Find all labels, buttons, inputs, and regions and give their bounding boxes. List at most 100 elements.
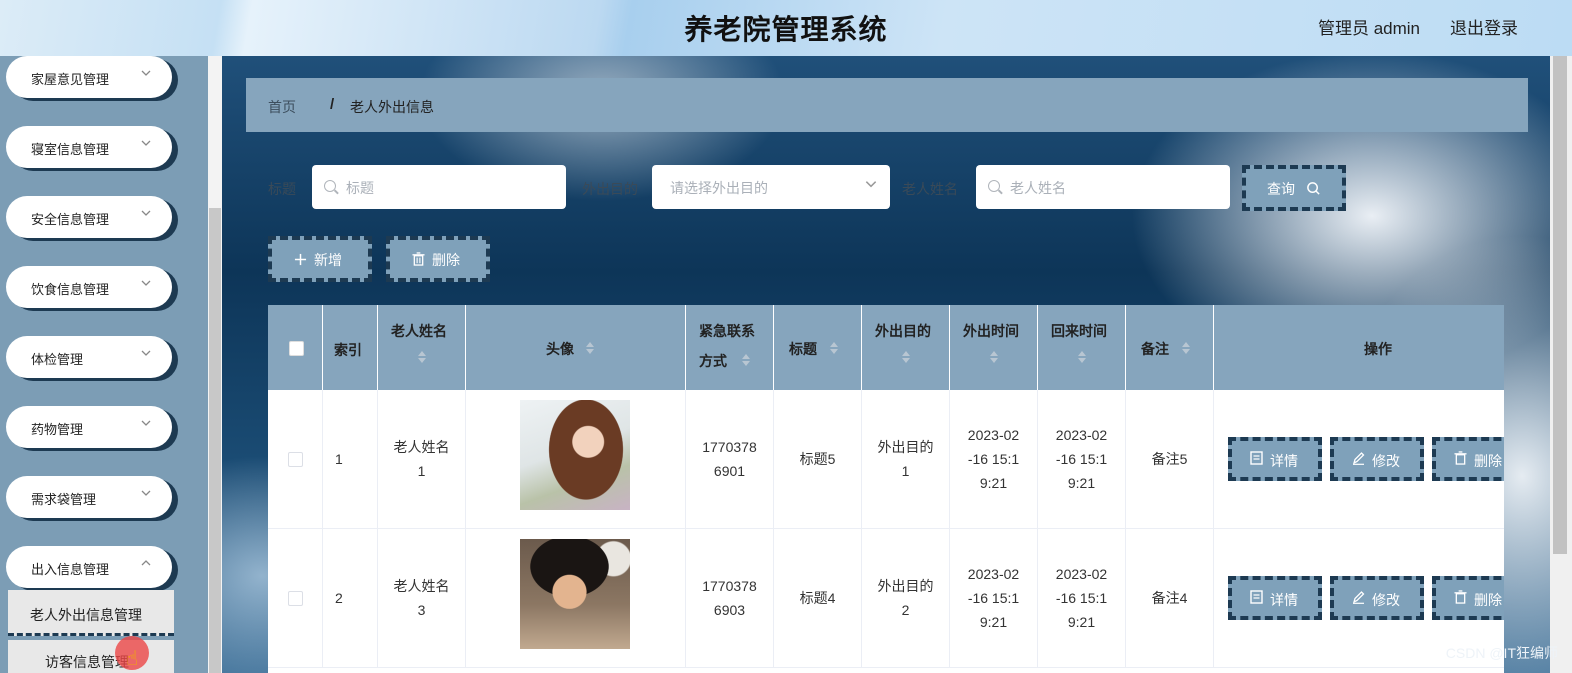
detail-button[interactable]: 详情 [1228,576,1322,620]
chevron-down-icon [141,140,151,146]
menu-item-family-opinion[interactable]: 家屋意见管理 [6,56,172,98]
cell-out-line1: 2023-02 [967,427,1020,443]
td-avatar [466,529,686,668]
cell-ret-line1: 2023-02 [1055,427,1108,443]
row-checkbox[interactable] [288,452,303,467]
detail-button[interactable]: 详情 [1228,437,1322,481]
edit-button[interactable]: 修改 [1330,437,1424,481]
table-header: 索引 老人姓名 头像 紧急联系 方式 标题 外出目的 外出时间 回来时间 备注 … [268,305,1504,390]
td-name: 老人姓名 1 [378,390,466,529]
batch-delete-button[interactable]: 删除 [386,236,490,282]
th-out-time[interactable]: 外出时间 [950,305,1038,390]
menu-item-in-out-info[interactable]: 出入信息管理 [6,546,172,588]
submenu-elder-outing[interactable]: 老人外出信息管理 [8,590,174,636]
filter-purpose-label: 外出目的 [582,181,638,197]
submenu-visitor-info[interactable]: 访客信息管理 [8,640,174,673]
chevron-down-icon [865,181,877,188]
row-checkbox[interactable] [288,591,303,606]
th-purpose-label: 外出目的 [875,323,931,339]
detail-label: 详情 [1270,592,1298,608]
td-index: 1 [323,390,378,529]
th-remark[interactable]: 备注 [1126,305,1214,390]
td-remark: 备注5 [1126,390,1214,529]
trash-icon [412,252,425,266]
menu-item-safety-info[interactable]: 安全信息管理 [6,196,172,238]
sort-icon[interactable] [418,351,426,363]
page-scrollbar[interactable] [1550,56,1572,673]
td-out-time: 2023-02 -16 15:1 9:21 [950,390,1038,529]
th-return-time[interactable]: 回来时间 [1038,305,1126,390]
sort-icon[interactable] [586,342,594,354]
chevron-down-icon [141,70,151,76]
th-purpose[interactable]: 外出目的 [862,305,950,390]
td-purpose: 外出目的 2 [862,529,950,668]
plus-icon [294,253,307,266]
td-name: 老人姓名 3 [378,529,466,668]
purpose-placeholder: 请选择外出目的 [670,180,768,196]
th-select [268,305,323,390]
th-name[interactable]: 老人姓名 [378,305,466,390]
cell-ret-line2: -16 15:1 [1055,451,1108,467]
row-delete-button[interactable]: 删除 [1432,576,1504,620]
th-avatar[interactable]: 头像 [466,305,686,390]
cell-out-line2: -16 15:1 [967,451,1020,467]
breadcrumb-current: 老人外出信息 [350,99,434,115]
td-select [268,390,323,529]
cell-purpose-line2: 1 [901,463,910,479]
th-contact-line1: 紧急联系 [699,323,755,339]
sort-icon[interactable] [1182,342,1190,354]
cell-purpose-line1: 外出目的 [877,439,934,455]
menu-item-diet-info[interactable]: 饮食信息管理 [6,266,172,308]
select-all-checkbox[interactable] [289,341,304,356]
table-row: 1 老人姓名 1 1770378 6901 标题5 外出目的 1 2023-02… [268,390,1504,529]
row-delete-label: 删除 [1474,453,1502,469]
breadcrumb-home[interactable]: 首页 [268,97,296,117]
add-button-label: 新增 [314,252,342,268]
menu-item-dorm-info[interactable]: 寝室信息管理 [6,126,172,168]
th-name-label: 老人姓名 [391,323,447,339]
sidebar: 家屋意见管理 寝室信息管理 安全信息管理 饮食信息管理 体检管理 药物管理 需求… [0,56,222,673]
th-ops-label: 操作 [1364,341,1392,357]
search-icon [988,180,1000,192]
search-icon [324,180,336,192]
menu-item-label: 饮食信息管理 [31,282,110,297]
table-row: 2 老人姓名 3 1770378 6903 标题4 外出目的 2 2023-02… [268,529,1504,668]
td-contact: 1770378 6901 [686,390,774,529]
data-table: 索引 老人姓名 头像 紧急联系 方式 标题 外出目的 外出时间 回来时间 备注 … [268,305,1504,673]
th-contact[interactable]: 紧急联系 方式 [686,305,774,390]
title-search-input[interactable]: 标题 [312,165,566,209]
th-title[interactable]: 标题 [774,305,862,390]
sort-icon[interactable] [742,354,750,366]
cell-purpose-line2: 2 [901,602,910,618]
sidebar-scrollbar-thumb[interactable] [209,208,221,673]
name-search-input[interactable]: 老人姓名 [976,165,1230,209]
sort-icon[interactable] [1078,351,1086,363]
batch-delete-label: 删除 [432,252,460,268]
sort-icon[interactable] [830,342,838,354]
td-index: 2 [323,529,378,668]
edit-button[interactable]: 修改 [1330,576,1424,620]
avatar-image [520,400,630,510]
row-delete-button[interactable]: 删除 [1432,437,1504,481]
cell-contact-line1: 1770378 [702,439,757,455]
page-scrollbar-thumb[interactable] [1553,56,1567,554]
td-select [268,529,323,668]
td-title: 标题5 [774,390,862,529]
current-user: 管理员 admin [1317,19,1420,38]
menu-item-checkup[interactable]: 体检管理 [6,336,172,378]
search-button-label: 查询 [1267,181,1295,197]
chevron-down-icon [141,490,151,496]
td-purpose: 外出目的 1 [862,390,950,529]
menu-item-needs-bag[interactable]: 需求袋管理 [6,476,172,518]
menu-item-label: 药物管理 [31,422,84,437]
sort-icon[interactable] [902,351,910,363]
purpose-select[interactable]: 请选择外出目的 [652,165,890,209]
search-button[interactable]: 查询 [1242,165,1346,211]
sort-icon[interactable] [990,351,998,363]
add-button[interactable]: 新增 [268,236,372,282]
menu-item-medicine[interactable]: 药物管理 [6,406,172,448]
cell-contact-line2: 6903 [713,602,746,618]
chevron-down-icon [141,420,151,426]
logout-link[interactable]: 退出登录 [1450,14,1518,39]
document-icon [1250,590,1263,604]
